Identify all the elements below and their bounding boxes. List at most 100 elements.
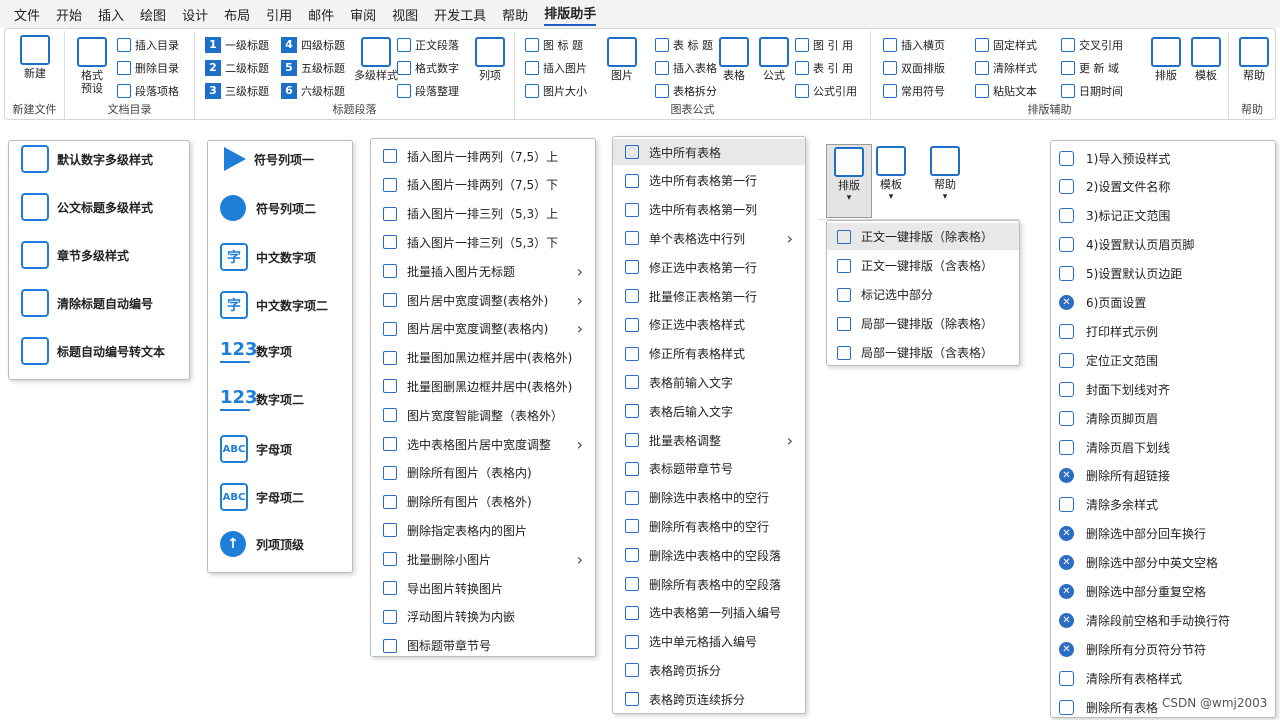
- menu5-item[interactable]: 局部一键排版（除表格）: [827, 310, 1019, 337]
- menu3-item[interactable]: 浮动图片转换为内嵌: [371, 604, 595, 630]
- new-button[interactable]: 新建: [12, 35, 58, 80]
- menu6-item[interactable]: ✕ 删除所有分页符分节符: [1059, 636, 1206, 662]
- menu6-item[interactable]: ✕ 6)页面设置: [1059, 290, 1146, 316]
- menu6-item[interactable]: 1)导入预设样式: [1059, 145, 1170, 171]
- menu6-item[interactable]: 清除多余样式: [1059, 492, 1158, 518]
- aux-item[interactable]: 常用符号: [883, 81, 945, 101]
- chart-item[interactable]: 图 引 用: [795, 35, 853, 55]
- chart-item[interactable]: 图片大小: [525, 81, 587, 101]
- formula-button[interactable]: 公式: [751, 37, 797, 82]
- menu2-item[interactable]: 字中文数字项: [220, 243, 316, 271]
- menu6-item[interactable]: ✕ 删除选中部分回车换行: [1059, 521, 1206, 547]
- aux-item[interactable]: 更 新 域: [1061, 58, 1119, 78]
- menu3-item[interactable]: 图片宽度智能调整（表格外）: [371, 402, 595, 428]
- menu6-item[interactable]: ✕ 删除选中部分重复空格: [1059, 579, 1206, 605]
- help-button[interactable]: 帮助: [1231, 37, 1277, 82]
- template-button[interactable]: 模板: [1183, 37, 1229, 82]
- menu3-item[interactable]: 插入图片一排三列（5,3）上: [371, 201, 595, 227]
- tab-item[interactable]: 帮助: [502, 5, 528, 24]
- menu4-item[interactable]: 表标题带章节号: [613, 456, 805, 482]
- menu6-item[interactable]: 5)设置默认页边距: [1059, 261, 1182, 287]
- menu4-item[interactable]: 表格后输入文字: [613, 398, 805, 424]
- tab-item[interactable]: 视图: [392, 5, 418, 24]
- menu1-item[interactable]: 公文标题多级样式: [21, 193, 153, 221]
- mini-help-button[interactable]: 帮助 ▾: [922, 146, 968, 204]
- menu3-item[interactable]: 插入图片一排两列（7,5）上: [371, 143, 595, 169]
- chart-item[interactable]: 表格拆分: [655, 81, 717, 101]
- menu4-item[interactable]: 修正所有表格样式: [613, 341, 805, 367]
- heading-item[interactable]: 2 二级标题: [205, 58, 269, 78]
- tab-item[interactable]: 绘图: [140, 5, 166, 24]
- menu6-item[interactable]: ✕ 删除选中部分中英文空格: [1059, 550, 1218, 576]
- menu3-item[interactable]: 删除指定表格内的图片: [371, 517, 595, 543]
- tab-item[interactable]: 文件: [14, 5, 40, 24]
- menu3-item[interactable]: 删除所有图片（表格内): [371, 460, 595, 486]
- preset-button[interactable]: 格式 预设: [69, 37, 115, 95]
- menu4-item[interactable]: 删除所有表格中的空行: [613, 513, 805, 539]
- heading-item[interactable]: 3 三级标题: [205, 81, 269, 101]
- heading-item[interactable]: 4 四级标题: [281, 35, 345, 55]
- toc-item[interactable]: 段落项格: [117, 81, 179, 101]
- menu4-item[interactable]: 删除选中表格中的空段落: [613, 542, 805, 568]
- menu4-item[interactable]: 批量修正表格第一行: [613, 283, 805, 309]
- menu4-item[interactable]: 选中所有表格第一列: [613, 197, 805, 223]
- menu3-item[interactable]: 导出图片转换图片: [371, 575, 595, 601]
- menu4-item[interactable]: 修正选中表格样式: [613, 312, 805, 338]
- menu2-item[interactable]: 符号列项二: [220, 195, 316, 221]
- aux-item[interactable]: 固定样式: [975, 35, 1037, 55]
- para-item[interactable]: 段落整理: [397, 81, 459, 101]
- heading-item[interactable]: 6 六级标题: [281, 81, 345, 101]
- chart-item[interactable]: 表 引 用: [795, 58, 853, 78]
- menu3-item[interactable]: 选中表格图片居中宽度调整 ›: [371, 431, 595, 457]
- tab-item[interactable]: 审阅: [350, 5, 376, 24]
- menu6-item[interactable]: ✕ 删除所有超链接: [1059, 463, 1170, 489]
- tab-item[interactable]: 插入: [98, 5, 124, 24]
- menu2-item[interactable]: 符号列项一: [220, 147, 314, 171]
- menu6-item[interactable]: 4)设置默认页眉页脚: [1059, 232, 1194, 258]
- menu2-item[interactable]: 123 数字项: [220, 339, 292, 363]
- menu4-item[interactable]: 单个表格选中行列 ›: [613, 225, 805, 251]
- menu2-item[interactable]: ABC 字母项二: [220, 483, 304, 511]
- menu1-item[interactable]: 标题自动编号转文本: [21, 337, 165, 365]
- aux-item[interactable]: 交叉引用: [1061, 35, 1123, 55]
- menu2-item[interactable]: 字中文数字项二: [220, 291, 328, 319]
- menu5-item[interactable]: 局部一键排版（含表格）: [827, 339, 1019, 366]
- menu6-item[interactable]: 打印样式示例: [1059, 318, 1158, 344]
- aux-item[interactable]: 清除样式: [975, 58, 1037, 78]
- menu4-item[interactable]: 批量表格调整 ›: [613, 427, 805, 453]
- menu3-item[interactable]: 图片居中宽度调整(表格外) ›: [371, 287, 595, 313]
- menu2-item[interactable]: ABC 字母项: [220, 435, 292, 463]
- tab-item[interactable]: 开始: [56, 5, 82, 24]
- menu6-item[interactable]: 封面下划线对齐: [1059, 376, 1170, 402]
- tab-item[interactable]: 排版助手: [544, 3, 597, 26]
- menu6-item[interactable]: 删除所有表格: [1059, 694, 1158, 720]
- menu4-item[interactable]: 表格前输入文字: [613, 369, 805, 395]
- aux-item[interactable]: 双面排版: [883, 58, 945, 78]
- toc-item[interactable]: 删除目录: [117, 58, 179, 78]
- menu6-item[interactable]: 清除所有表格样式: [1059, 665, 1182, 691]
- tab-item[interactable]: 布局: [224, 5, 250, 24]
- menu3-item[interactable]: 批量图删黑边框并居中(表格外): [371, 373, 595, 399]
- mini-layout-button[interactable]: 排版 ▾: [826, 144, 872, 218]
- menu4-item[interactable]: 选中所有表格: [613, 139, 805, 165]
- menu4-item[interactable]: 选中表格第一列插入编号: [613, 600, 805, 626]
- tab-item[interactable]: 设计: [182, 5, 208, 24]
- aux-item[interactable]: 粘贴文本: [975, 81, 1037, 101]
- heading-item[interactable]: 1 一级标题: [205, 35, 269, 55]
- para-item[interactable]: 格式数字: [397, 58, 459, 78]
- menu6-item[interactable]: 清除页脚页眉: [1059, 405, 1158, 431]
- menu6-item[interactable]: 2)设置文件名称: [1059, 174, 1170, 200]
- menu2-item[interactable]: 123 数字项二: [220, 387, 304, 411]
- tab-item[interactable]: 引用: [266, 5, 292, 24]
- chart-item[interactable]: 插入图片: [525, 58, 587, 78]
- menu3-item[interactable]: 插入图片一排三列（5,3）下: [371, 229, 595, 255]
- menu3-item[interactable]: 批量删除小图片 ›: [371, 546, 595, 572]
- menu3-item[interactable]: 批量插入图片无标题 ›: [371, 258, 595, 284]
- menu4-item[interactable]: 删除所有表格中的空段落: [613, 571, 805, 597]
- heading-item[interactable]: 5 五级标题: [281, 58, 345, 78]
- toc-item[interactable]: 插入目录: [117, 35, 179, 55]
- menu3-item[interactable]: 图片居中宽度调整(表格内) ›: [371, 316, 595, 342]
- menu4-item[interactable]: 表格跨页拆分: [613, 657, 805, 683]
- menu1-item[interactable]: 章节多级样式: [21, 241, 129, 269]
- menu4-item[interactable]: 修正选中表格第一行: [613, 254, 805, 280]
